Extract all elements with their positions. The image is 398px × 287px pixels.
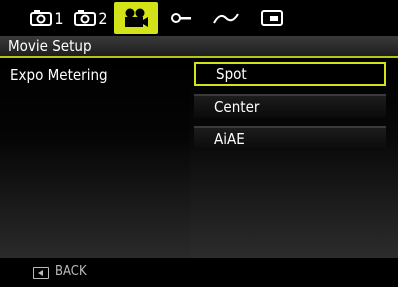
playback-icon bbox=[261, 10, 283, 26]
transition-icon bbox=[213, 13, 239, 24]
tab-movie[interactable] bbox=[114, 2, 158, 34]
movie-camera-icon bbox=[125, 8, 148, 27]
option-aiae[interactable]: AiAE bbox=[194, 126, 386, 150]
tab-playback[interactable] bbox=[251, 2, 293, 34]
tab-camera-1[interactable]: 1 bbox=[25, 2, 69, 34]
options-list: Spot Center AiAE bbox=[190, 58, 398, 258]
setting-item-expo-metering[interactable]: Expo Metering bbox=[10, 66, 108, 84]
camera-icon bbox=[30, 10, 53, 26]
tab-transition[interactable] bbox=[205, 2, 247, 34]
tab-bar: 1 2 bbox=[0, 0, 398, 36]
back-label[interactable]: BACK bbox=[55, 264, 87, 279]
wrench-icon bbox=[171, 13, 191, 23]
tab-camera-1-label: 1 bbox=[54, 8, 64, 28]
tab-camera-2[interactable]: 2 bbox=[69, 2, 113, 34]
camera-icon bbox=[74, 10, 97, 26]
settings-list: Expo Metering bbox=[0, 58, 190, 258]
option-center[interactable]: Center bbox=[194, 94, 386, 118]
page-title: Movie Setup bbox=[8, 37, 92, 55]
back-arrow-icon[interactable] bbox=[33, 267, 49, 279]
section-header: Movie Setup bbox=[0, 36, 398, 58]
option-spot[interactable]: Spot bbox=[194, 62, 386, 86]
tab-camera-2-label: 2 bbox=[98, 8, 108, 28]
footer-bar: BACK bbox=[0, 258, 398, 287]
tab-setup[interactable] bbox=[160, 2, 202, 34]
